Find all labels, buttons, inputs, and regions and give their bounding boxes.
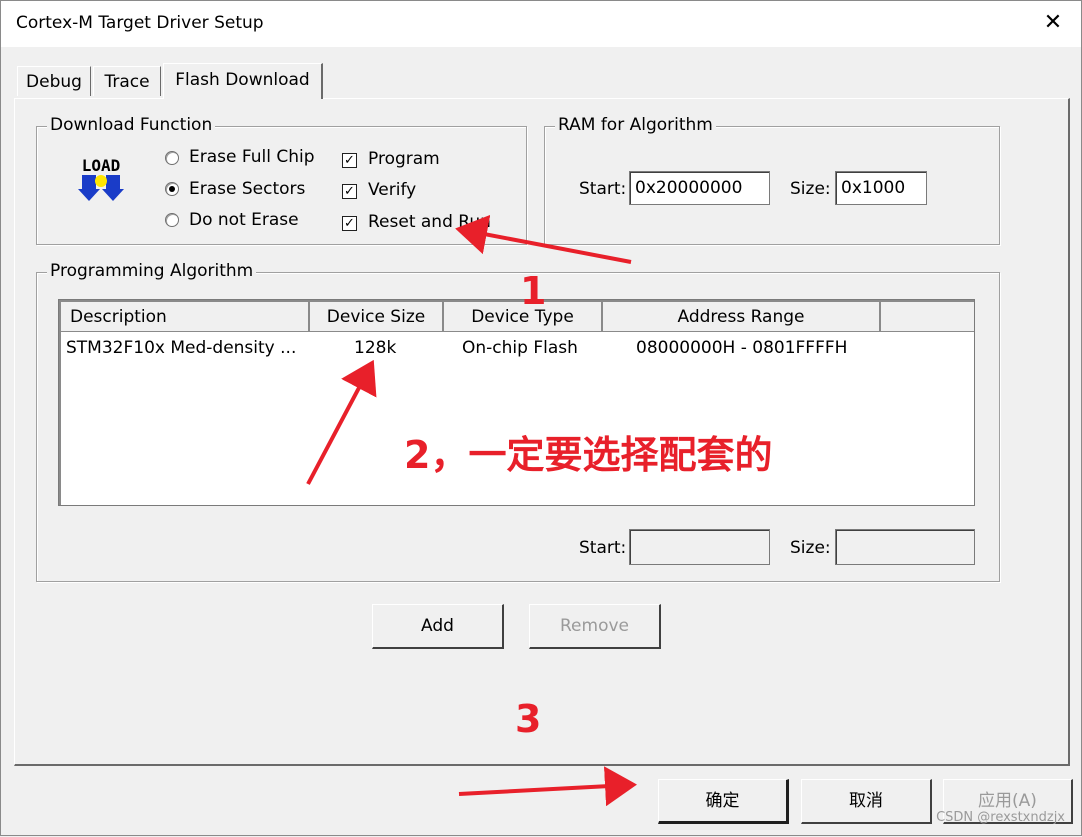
erase-sectors-label: Erase Sectors [189, 179, 306, 199]
checkbox-reset-and-run[interactable]: ✓ [342, 216, 357, 231]
cell-device-size: 128k [354, 338, 397, 358]
column-header-address-range[interactable]: Address Range [603, 302, 881, 332]
ram-start-label: Start: [579, 179, 627, 199]
load-icon: LOAD [78, 156, 124, 201]
cell-description: STM32F10x Med-density ... [66, 338, 297, 358]
window-title: Cortex-M Target Driver Setup [16, 13, 264, 33]
checkbox-verify[interactable]: ✓ [342, 184, 357, 199]
cell-device-type: On-chip Flash [462, 338, 578, 358]
close-icon[interactable]: ✕ [1039, 9, 1067, 37]
ram-legend: RAM for Algorithm [555, 115, 716, 135]
programming-algorithm-legend: Programming Algorithm [47, 261, 257, 281]
tab-flash-download-label: Flash Download [175, 70, 310, 90]
tab-trace[interactable]: Trace [93, 66, 161, 96]
ram-size-label: Size: [790, 179, 831, 199]
annotation-1: 1 [520, 269, 547, 313]
algo-size-input[interactable] [835, 529, 975, 565]
algo-start-input[interactable] [629, 529, 770, 565]
cell-address-range: 08000000H - 0801FFFFH [636, 338, 848, 358]
arrow-3 [458, 766, 637, 807]
add-button[interactable]: Add [372, 604, 504, 649]
radio-erase-full-chip[interactable] [165, 151, 179, 165]
watermark: CSDN @rexstxndzjx [936, 810, 1065, 825]
column-header-description[interactable]: Description [61, 302, 310, 332]
cancel-button[interactable]: 取消 [801, 779, 932, 824]
verify-label: Verify [368, 180, 417, 200]
algo-start-label: Start: [579, 538, 627, 558]
ram-size-input[interactable]: 0x1000 [835, 171, 927, 205]
erase-full-chip-label: Erase Full Chip [189, 147, 315, 167]
annotation-2: 2，一定要选择配套的 [404, 433, 773, 477]
program-label: Program [368, 149, 440, 169]
title-bar: Cortex-M Target Driver Setup ✕ [1, 1, 1081, 47]
download-function-legend: Download Function [47, 115, 216, 135]
reset-and-run-label: Reset and Run [368, 212, 491, 232]
ram-start-input[interactable]: 0x20000000 [629, 171, 770, 205]
remove-button[interactable]: Remove [529, 604, 661, 649]
tab-debug-label: Debug [26, 72, 82, 92]
load-icon-text: LOAD [82, 156, 121, 175]
tab-debug[interactable]: Debug [17, 66, 91, 96]
annotation-3: 3 [515, 697, 542, 741]
do-not-erase-label: Do not Erase [189, 210, 299, 230]
tab-trace-label: Trace [104, 72, 150, 92]
ok-button[interactable]: 确定 [658, 779, 789, 824]
column-header-device-size[interactable]: Device Size [310, 302, 444, 332]
radio-erase-sectors[interactable] [165, 182, 179, 196]
dialog-window: Cortex-M Target Driver Setup ✕ Debug Tra… [0, 0, 1082, 836]
column-header-filler [881, 302, 974, 332]
checkbox-program[interactable]: ✓ [342, 153, 357, 168]
tab-flash-download[interactable]: Flash Download [163, 63, 323, 99]
algo-size-label: Size: [790, 538, 831, 558]
radio-do-not-erase[interactable] [165, 213, 179, 227]
